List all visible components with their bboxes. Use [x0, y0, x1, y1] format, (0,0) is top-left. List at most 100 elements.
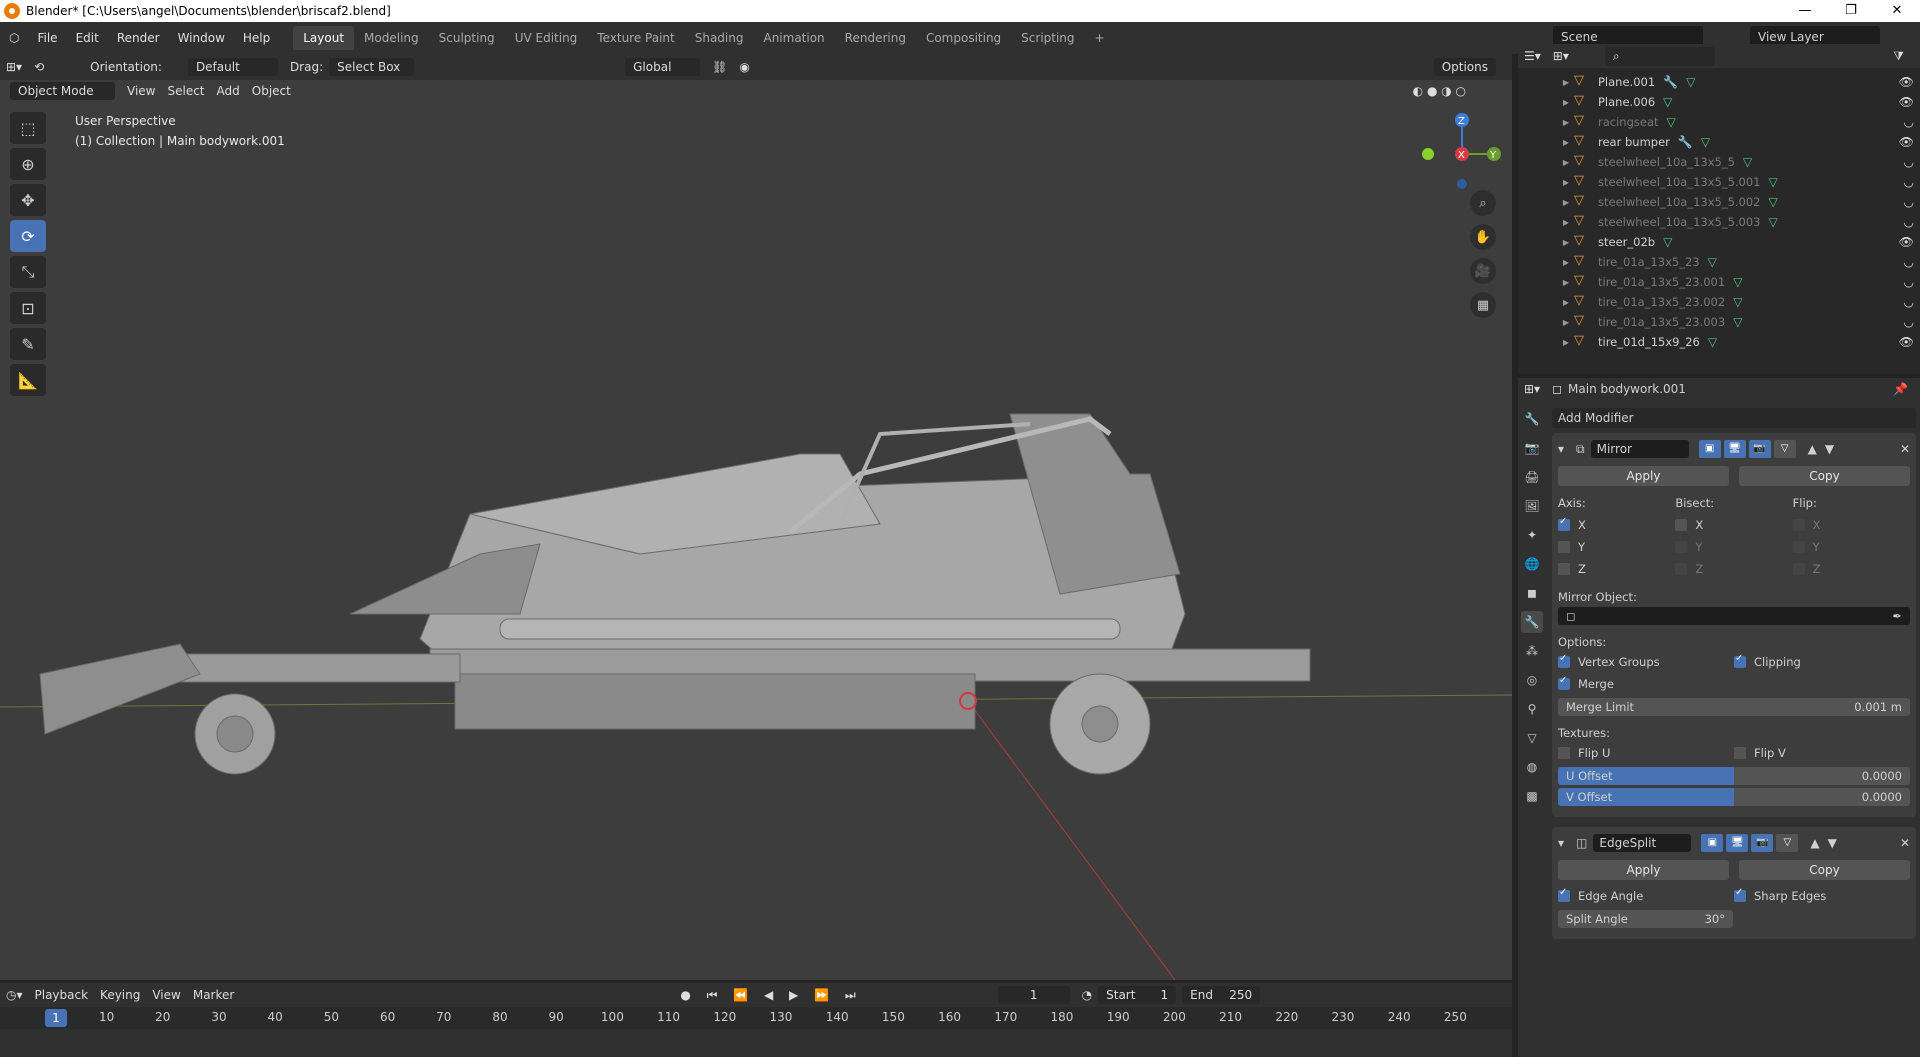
current-frame-field[interactable]: 1	[997, 986, 1070, 1004]
add-workspace-button[interactable]: +	[1085, 26, 1115, 50]
render-toggle-icon[interactable]: 📷	[1751, 834, 1774, 852]
eye-icon[interactable]: 👁	[1899, 135, 1914, 149]
transform-pivot-icon[interactable]: ⟲	[34, 60, 44, 74]
tab-layout[interactable]: Layout	[293, 26, 355, 50]
3d-viewport[interactable]	[0, 54, 1512, 980]
eye-icon[interactable]: 👁	[1899, 95, 1914, 109]
data-tab-icon[interactable]: ▽	[1521, 727, 1543, 749]
eye-icon[interactable]: 👁	[1899, 75, 1914, 89]
expand-icon[interactable]: ▶	[1558, 318, 1574, 327]
expand-icon[interactable]: ▶	[1558, 218, 1574, 227]
expand-icon[interactable]: ▶	[1558, 198, 1574, 207]
menu-select[interactable]: Select	[167, 84, 204, 98]
move-down-icon[interactable]: ▼	[1828, 836, 1837, 850]
menu-marker[interactable]: Marker	[193, 988, 234, 1002]
bisect-x-checkbox[interactable]: X	[1675, 514, 1792, 536]
zoom-icon[interactable]: ⌕	[1470, 190, 1496, 216]
mirror-copy-button[interactable]: Copy	[1739, 466, 1910, 486]
outliner-item[interactable]: ▶ steelwheel_10a_13x5_5 ▽ ◡	[1518, 152, 1920, 172]
flip-z-checkbox[interactable]: Z	[1792, 558, 1910, 580]
move-down-icon[interactable]: ▼	[1825, 442, 1834, 456]
display-mode-icon[interactable]: ⊞▾	[1553, 49, 1569, 63]
cage-toggle-icon[interactable]: ▽	[1776, 834, 1799, 852]
mirror-apply-button[interactable]: Apply	[1558, 466, 1729, 486]
eye-icon[interactable]: 👁	[1899, 235, 1914, 249]
tab-sculpting[interactable]: Sculpting	[429, 26, 505, 50]
measure-icon[interactable]: 📐	[10, 364, 46, 396]
collapse-icon[interactable]: ▾	[1558, 836, 1564, 850]
tab-shading[interactable]: Shading	[685, 26, 754, 50]
grid-icon[interactable]: ▦	[1470, 292, 1496, 318]
outliner-item[interactable]: ▶ rear bumper 🔧 ▽ 👁	[1518, 132, 1920, 152]
eye-closed-icon[interactable]: ◡	[1904, 295, 1914, 309]
orientation-dropdown[interactable]: Default	[187, 58, 278, 76]
v-offset-field[interactable]: V Offset 0.0000	[1558, 788, 1910, 806]
cursor-icon[interactable]: ⊕	[10, 148, 46, 180]
playback-controls[interactable]: ● ⏮ ⏪ ◀ ▶ ⏩ ⏭	[680, 988, 861, 1003]
particles-tab-icon[interactable]: ⁂	[1521, 640, 1543, 662]
menu-file[interactable]: File	[28, 31, 66, 45]
menu-edit[interactable]: Edit	[67, 31, 108, 45]
constraints-tab-icon[interactable]: ⚲	[1521, 698, 1543, 720]
eye-icon[interactable]: 👁	[1899, 335, 1914, 349]
viewport-toggle-icon[interactable]: 🖥	[1723, 440, 1746, 458]
add-modifier-dropdown[interactable]: Add Modifier	[1552, 408, 1916, 428]
tab-modeling[interactable]: Modeling	[354, 26, 429, 50]
shading-solid-icon[interactable]: ◐ ● ◑ ○	[1413, 84, 1466, 98]
menu-playback[interactable]: Playback	[35, 988, 89, 1002]
pan-hand-icon[interactable]: ✋	[1470, 224, 1496, 250]
remove-modifier-icon[interactable]: ✕	[1900, 836, 1910, 850]
options-dropdown[interactable]: Options	[1433, 58, 1496, 76]
mirror-object-field[interactable]: ◻ ✒	[1558, 607, 1910, 625]
outliner-search-input[interactable]: ⌕	[1604, 46, 1715, 66]
filter-icon[interactable]: ⧩	[1893, 49, 1904, 64]
expand-icon[interactable]: ▶	[1558, 278, 1574, 287]
outliner-item[interactable]: ▶ tire_01a_13x5_23.002 ▽ ◡	[1518, 292, 1920, 312]
axis-x-checkbox[interactable]: X	[1558, 514, 1675, 536]
menu-window[interactable]: Window	[169, 31, 234, 45]
outliner-item[interactable]: ▶ racingseat ▽ ◡	[1518, 112, 1920, 132]
expand-icon[interactable]: ▶	[1558, 78, 1574, 87]
texture-tab-icon[interactable]: ▩	[1521, 785, 1543, 807]
viewport-toggle-icon[interactable]: 🖥	[1726, 834, 1749, 852]
scale-icon[interactable]: ⤡	[10, 256, 46, 288]
end-frame-field[interactable]: End 250	[1182, 986, 1261, 1004]
snap-icon[interactable]: ⛓	[712, 60, 727, 74]
outliner-editor-type-icon[interactable]: ☰▾	[1524, 49, 1541, 63]
expand-icon[interactable]: ▶	[1558, 338, 1574, 347]
object-tab-icon[interactable]: ◼	[1521, 582, 1543, 604]
start-frame-field[interactable]: Start 1	[1098, 986, 1177, 1004]
tab-compositing[interactable]: Compositing	[916, 26, 1011, 50]
pin-icon[interactable]: 📌	[1893, 382, 1908, 396]
clipping-checkbox[interactable]: Clipping	[1734, 651, 1910, 673]
menu-timeline-view[interactable]: View	[152, 988, 180, 1002]
tab-animation[interactable]: Animation	[753, 26, 834, 50]
collapse-icon[interactable]: ▾	[1558, 442, 1564, 456]
menu-view[interactable]: View	[127, 84, 155, 98]
bisect-y-checkbox[interactable]: Y	[1675, 536, 1792, 558]
tab-uv-editing[interactable]: UV Editing	[505, 26, 588, 50]
flip-y-checkbox[interactable]: Y	[1792, 536, 1910, 558]
modifier-tab-icon[interactable]: 🔧	[1521, 611, 1543, 633]
output-tab-icon[interactable]: 🖨	[1521, 466, 1543, 488]
outliner-item[interactable]: ▶ steelwheel_10a_13x5_5.002 ▽ ◡	[1518, 192, 1920, 212]
merge-checkbox[interactable]: Merge	[1558, 673, 1734, 695]
transform-icon[interactable]: ⊡	[10, 292, 46, 324]
minimize-button[interactable]: —	[1782, 0, 1828, 22]
edgesplit-copy-button[interactable]: Copy	[1739, 860, 1910, 880]
blender-menu-icon[interactable]: ⬡	[0, 31, 28, 45]
expand-icon[interactable]: ▶	[1558, 98, 1574, 107]
eye-closed-icon[interactable]: ◡	[1904, 275, 1914, 289]
navigation-gizmo[interactable]: Z X Y	[1422, 112, 1502, 192]
scene-tab-icon[interactable]: ✦	[1521, 524, 1543, 546]
editmode-toggle-icon[interactable]: ▣	[1701, 834, 1724, 852]
expand-icon[interactable]: ▶	[1558, 178, 1574, 187]
cage-toggle-icon[interactable]: ▽	[1773, 440, 1796, 458]
properties-editor-type-icon[interactable]: ⊞▾	[1524, 382, 1540, 396]
transform-orientation-dropdown[interactable]: Global	[625, 58, 701, 76]
eye-closed-icon[interactable]: ◡	[1904, 175, 1914, 189]
expand-icon[interactable]: ▶	[1558, 118, 1574, 127]
expand-icon[interactable]: ▶	[1558, 298, 1574, 307]
playhead-frame[interactable]: 1	[45, 1009, 67, 1027]
physics-tab-icon[interactable]: ◎	[1521, 669, 1543, 691]
